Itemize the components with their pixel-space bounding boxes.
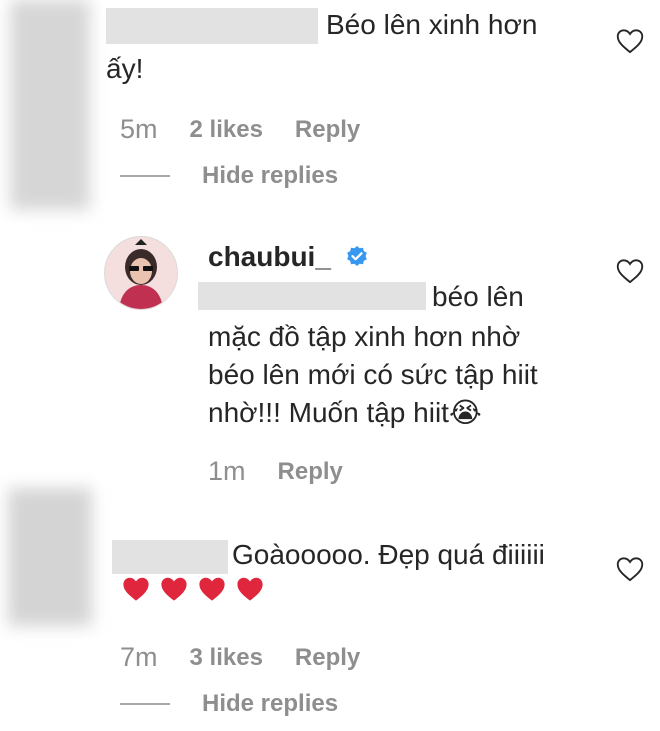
hide-replies-button[interactable]: Hide replies [120, 690, 338, 718]
red-heart-emoji [237, 577, 263, 601]
red-heart-emoji [161, 577, 187, 601]
hide-replies-label: Hide replies [202, 690, 339, 717]
comment-time: 5m [120, 114, 158, 144]
likes-count-link[interactable]: 3 likes [190, 644, 263, 672]
reply-text-line-1: béo lên [432, 281, 524, 312]
reply-button[interactable]: Reply [278, 458, 343, 486]
heart-outline-icon[interactable] [616, 258, 644, 284]
comment-meta-row: 7m 3 likes Reply [120, 642, 360, 673]
comment-meta-row: 5m 2 likes Reply [120, 114, 360, 145]
heart-outline-icon[interactable] [616, 28, 644, 54]
blurred-username [112, 540, 228, 574]
reply-button[interactable]: Reply [295, 116, 360, 144]
blurred-mention [198, 282, 426, 310]
hide-replies-label: Hide replies [202, 162, 339, 189]
hide-replies-button[interactable]: Hide replies [120, 162, 338, 190]
comment-time: 7m [120, 642, 158, 672]
heart-emoji-row [122, 576, 274, 602]
reply-time: 1m [208, 456, 246, 486]
reply-text-line-3: béo lên mới có sức tập hiit [208, 359, 538, 390]
reply-text-line-2: mặc đồ tập xinh hơn nhờ [208, 321, 521, 352]
blurred-avatar [8, 488, 92, 626]
comment-text-line-1: Goàooooo. Đẹp quá điiiiii [232, 539, 545, 570]
verified-badge-icon [346, 246, 367, 266]
username-link[interactable]: chaubui_ [208, 241, 331, 272]
blurred-username [106, 8, 318, 44]
red-heart-emoji [123, 577, 149, 601]
heart-outline-icon[interactable] [616, 556, 644, 582]
divider-line [120, 175, 170, 177]
reply-header: chaubui_ [208, 236, 369, 278]
avatar-image [105, 237, 177, 309]
divider-line [120, 703, 170, 705]
comment-text-line-1: Béo lên xinh hơn [326, 9, 538, 40]
reply-meta-row: 1m Reply [208, 456, 343, 487]
reply-text-line-4: nhờ!!! Muốn tập hiit😭 [208, 397, 482, 428]
avatar[interactable] [104, 236, 178, 310]
comment-text-line-2: ấy! [106, 53, 144, 84]
reply-button[interactable]: Reply [295, 644, 360, 672]
red-heart-emoji [199, 577, 225, 601]
blurred-avatar [10, 0, 90, 210]
likes-count-link[interactable]: 2 likes [190, 116, 263, 144]
